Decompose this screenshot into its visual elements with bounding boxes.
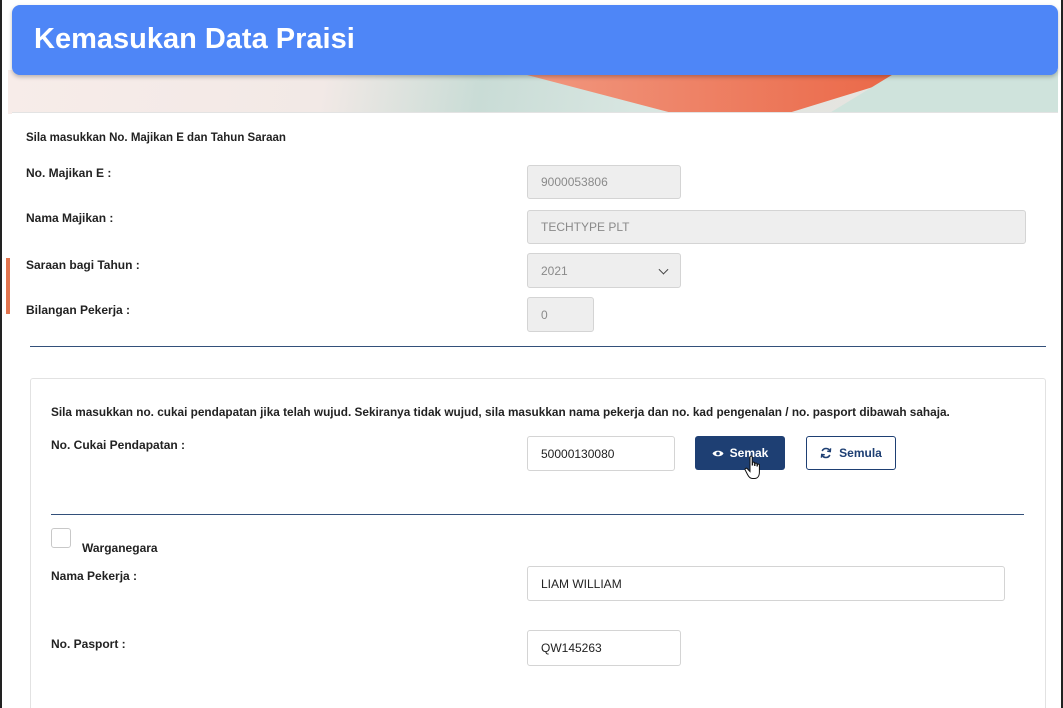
window-border: [0, 0, 1063, 708]
